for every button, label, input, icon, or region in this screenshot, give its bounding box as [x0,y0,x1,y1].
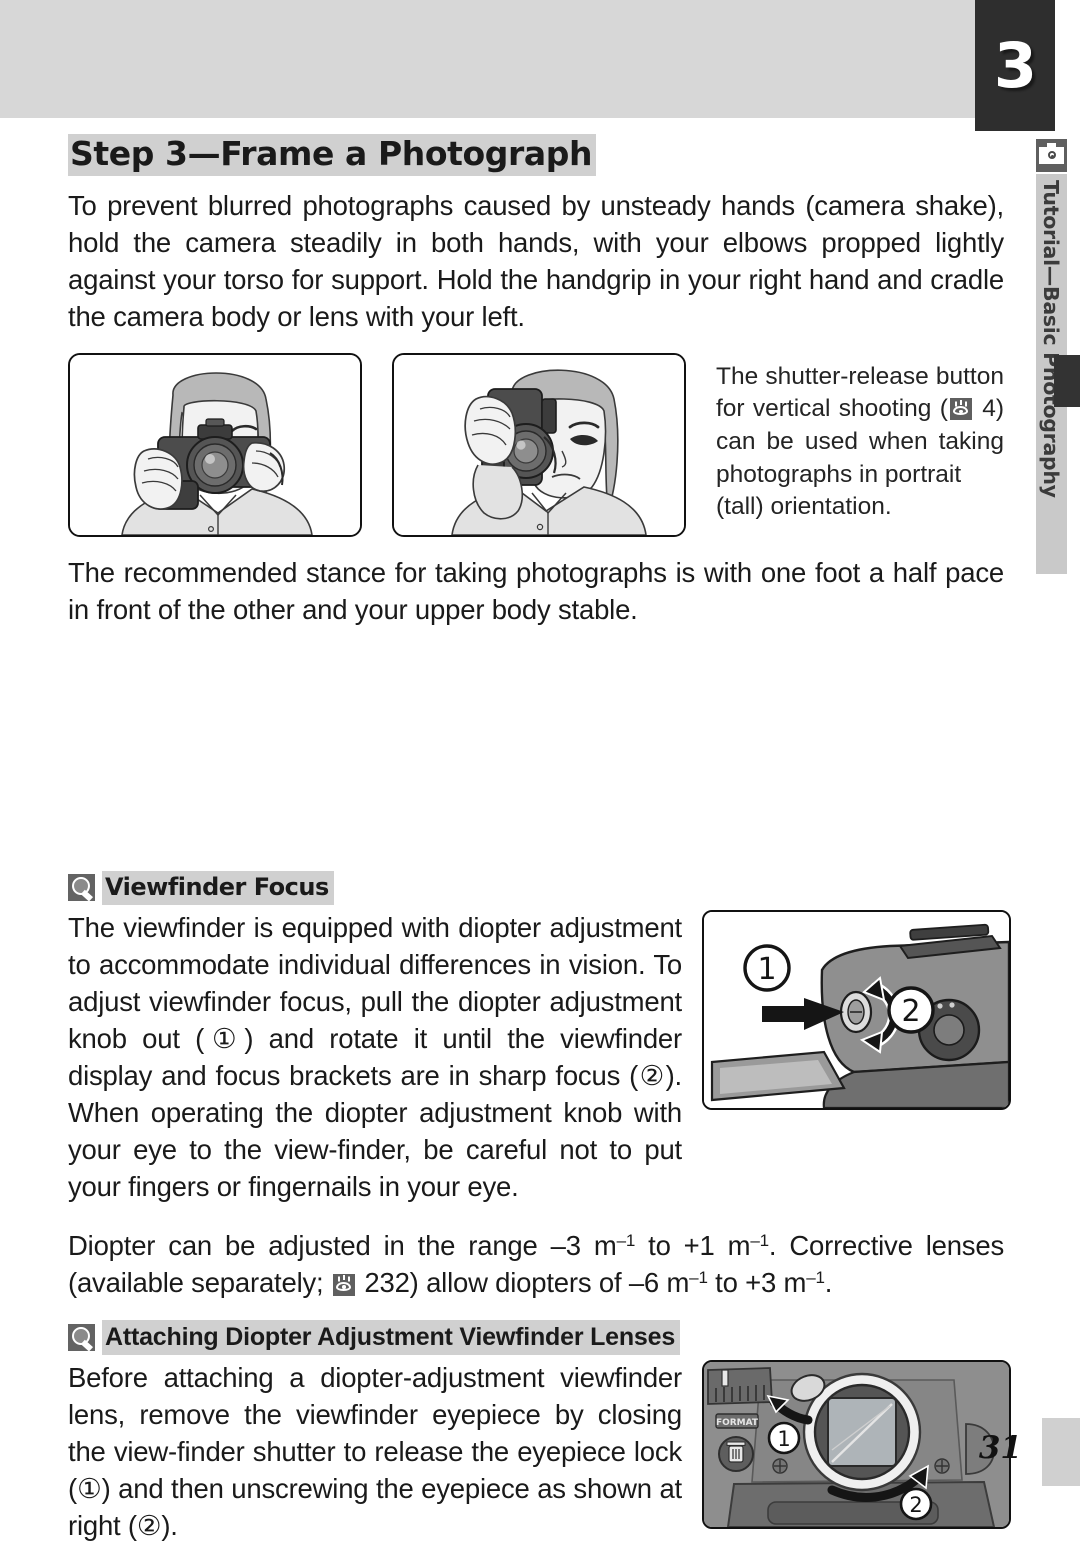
page-content: Step 3—Frame a Photograph To prevent blu… [68,134,1011,1545]
eyepiece-figure: FORMAT 1 2 [702,1360,1011,1530]
chapter-badge: 3 [975,0,1055,131]
eye-reference-icon [332,1273,355,1296]
viewfinder-focus-section: Viewfinder Focus The viewfinder is equip… [68,870,1011,1206]
diopter-page-ref: 232 [364,1266,410,1298]
viewfinder-focus-heading-label: Viewfinder Focus [102,870,334,906]
footer-edge-strip [1042,1418,1080,1486]
magnifier-icon [68,1324,95,1352]
diopter-sup-2: –1 [750,1231,769,1251]
diopter-knob-figure: 1 2 [702,910,1011,1111]
eyepiece-marker-1: 1 [777,1427,790,1451]
diopter-marker-1: 1 [757,952,776,987]
diopter-range-paragraph: Diopter can be adjusted in the range –3 … [68,1228,1004,1302]
stance-paragraph: The recommended stance for taking photog… [68,556,1004,625]
attaching-lenses-body: Before attaching a diopter-adjustment vi… [68,1360,1011,1545]
diopter-marker-2: 2 [901,994,920,1029]
callout-line2-post: 4) [973,395,1004,423]
diopter-range-mid4: to +3 m [707,1266,807,1298]
callout-line2-pre: for vertical shooting ( [716,395,948,423]
page-title: Step 3—Frame a Photograph [68,134,597,176]
illustration-horizontal-hold: Nikon [68,352,362,537]
attaching-lenses-section: Attaching Diopter Adjustment Viewfinder … [68,1319,1011,1545]
diopter-range-pre: Diopter can be adjusted in the range –3 … [68,1229,617,1261]
callout-line4: (tall) orientation. [716,493,892,521]
attaching-lenses-paragraph: Before attaching a diopter-adjustment vi… [68,1362,682,1542]
diopter-range-end: . [824,1266,833,1298]
viewfinder-focus-text-column: The viewfinder is equipped with diopter … [68,910,682,1206]
eyepiece-marker-2: 2 [909,1493,922,1517]
chapter-edge-marker [1054,355,1080,407]
viewfinder-focus-paragraph: The viewfinder is equipped with diopter … [68,912,682,1202]
page-number: 31 [978,1430,1022,1466]
chapter-number: 3 [993,28,1037,102]
eye-reference-icon [949,398,972,421]
viewfinder-focus-heading: Viewfinder Focus [68,870,1004,906]
vertical-shutter-callout: The shutter-release button for vertical … [716,353,1004,524]
attaching-lenses-figure-column: FORMAT 1 2 [702,1360,1011,1530]
viewfinder-focus-body: The viewfinder is equipped with diopter … [68,910,1011,1206]
attaching-lenses-text-column: Before attaching a diopter-adjustment vi… [68,1360,682,1545]
illustration-row: Nikon [68,352,1004,537]
intro-paragraph: To prevent blurred photographs caused by… [68,189,1004,332]
attaching-lenses-heading: Attaching Diopter Adjustment Viewfinder … [68,1319,1004,1356]
manual-page: 3 Tutorial—Basic Photography Step 3—Fram… [0,0,1080,1541]
callout-line3: can be used when taking photographs in p… [716,428,1004,488]
callout-line1: The shutter-release button [716,362,1004,390]
camera-person-icon [1036,139,1067,172]
diopter-sup-3: –1 [689,1268,708,1288]
magnifier-icon [68,874,95,902]
diopter-range-mid1: to +1 m [635,1229,751,1261]
header-band [0,0,975,118]
diopter-sup-1: –1 [616,1231,636,1251]
attaching-lenses-heading-label: Attaching Diopter Adjustment Viewfinder … [102,1319,681,1356]
format-label: FORMAT [716,1418,759,1428]
illustration-vertical-hold [392,352,686,537]
diopter-sup-4: –1 [806,1268,825,1288]
viewfinder-focus-figure-column: 1 2 [702,910,1011,1111]
diopter-range-mid3: ) allow diopters of –6 m [409,1266,690,1298]
